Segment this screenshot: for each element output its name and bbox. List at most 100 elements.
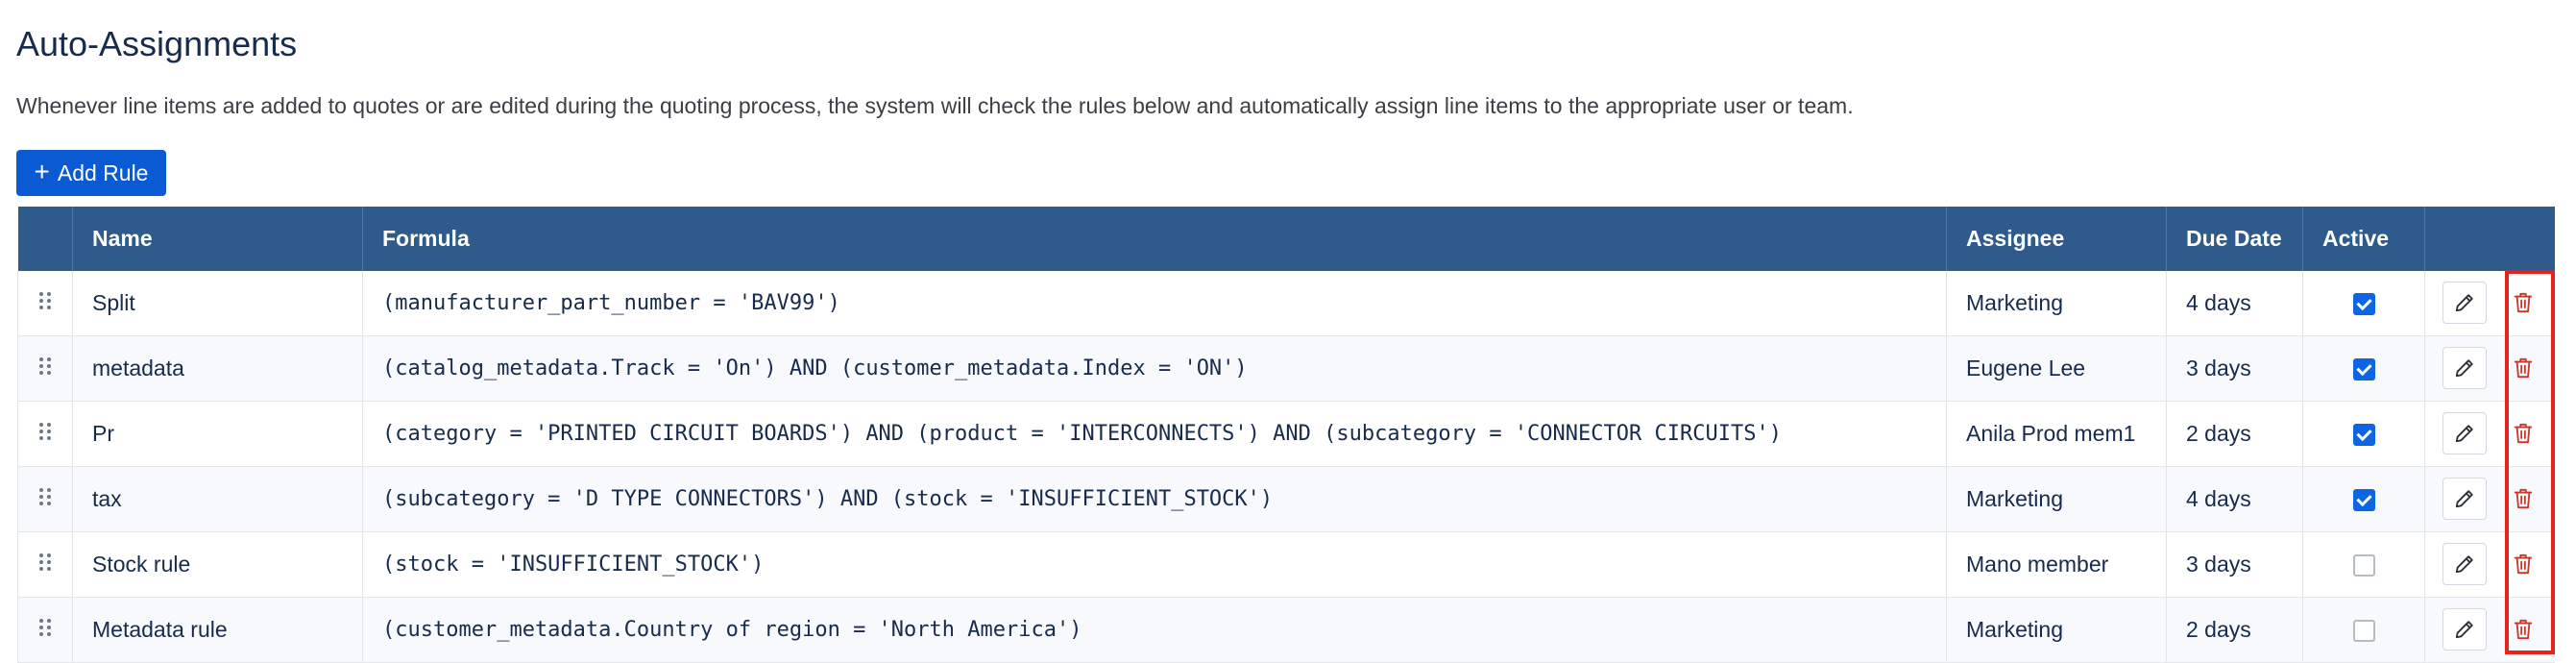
- header-assignee: Assignee: [1946, 207, 2167, 271]
- pencil-icon: [2455, 621, 2473, 639]
- header-actions: [2424, 207, 2555, 271]
- row-drag-handle[interactable]: [17, 271, 73, 336]
- row-actions: [2424, 597, 2555, 663]
- rule-assignee: Mano member: [1946, 531, 2167, 598]
- active-checkbox[interactable]: [2352, 358, 2375, 381]
- rule-due-date: 4 days: [2166, 466, 2303, 532]
- table-row: tax (subcategory = 'D TYPE CONNECTORS') …: [17, 466, 2555, 532]
- table-row: Pr (category = 'PRINTED CIRCUIT BOARDS')…: [17, 401, 2555, 467]
- row-drag-handle[interactable]: [17, 597, 73, 663]
- trash-icon: [2514, 488, 2533, 509]
- delete-rule-button[interactable]: [2506, 350, 2540, 386]
- trash-icon: [2514, 619, 2533, 640]
- rule-due-date: 2 days: [2166, 597, 2303, 663]
- rule-assignee: Marketing: [1946, 271, 2167, 336]
- edit-rule-button[interactable]: [2442, 478, 2487, 520]
- table-row: metadata (catalog_metadata.Track = 'On')…: [17, 335, 2555, 402]
- drag-handle-icon: [39, 423, 51, 440]
- rule-assignee: Marketing: [1946, 466, 2167, 532]
- active-checkbox[interactable]: [2352, 293, 2375, 316]
- trash-icon: [2514, 357, 2533, 379]
- rule-name: Pr: [72, 401, 363, 467]
- header-handle: [17, 207, 73, 271]
- pencil-icon: [2455, 425, 2473, 443]
- row-actions: [2424, 401, 2555, 467]
- rule-assignee: Marketing: [1946, 597, 2167, 663]
- page-title: Auto-Assignments: [16, 24, 298, 63]
- table-row: Stock rule (stock = 'INSUFFICIENT_STOCK'…: [17, 531, 2555, 598]
- rule-active-cell: [2302, 466, 2425, 532]
- trash-icon: [2514, 553, 2533, 575]
- row-actions: [2424, 466, 2555, 532]
- header-active: Active: [2302, 207, 2425, 271]
- edit-rule-button[interactable]: [2442, 347, 2487, 389]
- page-description: Whenever line items are added to quotes …: [16, 93, 1854, 118]
- table-row: Split (manufacturer_part_number = 'BAV99…: [17, 271, 2555, 336]
- pencil-icon: [2455, 555, 2473, 574]
- active-checkbox[interactable]: [2352, 620, 2375, 643]
- header-due-date: Due Date: [2166, 207, 2303, 271]
- delete-rule-button[interactable]: [2506, 546, 2540, 582]
- rule-formula: (stock = 'INSUFFICIENT_STOCK'): [362, 531, 1947, 598]
- drag-handle-icon: [39, 619, 51, 636]
- add-rule-button[interactable]: + Add Rule: [16, 150, 166, 196]
- header-name: Name: [72, 207, 363, 271]
- row-drag-handle[interactable]: [17, 401, 73, 467]
- pencil-icon: [2455, 359, 2473, 378]
- table-header-row: Name Formula Assignee Due Date Active: [17, 207, 2555, 271]
- edit-rule-button[interactable]: [2442, 282, 2487, 324]
- rule-assignee: Eugene Lee: [1946, 335, 2167, 402]
- header-formula: Formula: [362, 207, 1947, 271]
- trash-icon: [2514, 292, 2533, 313]
- edit-rule-button[interactable]: [2442, 608, 2487, 651]
- row-actions: [2424, 271, 2555, 336]
- edit-rule-button[interactable]: [2442, 543, 2487, 585]
- rules-table: Name Formula Assignee Due Date Active Sp…: [17, 207, 2555, 663]
- rule-name: Metadata rule: [72, 597, 363, 663]
- rule-due-date: 3 days: [2166, 335, 2303, 402]
- rule-due-date: 3 days: [2166, 531, 2303, 598]
- edit-rule-button[interactable]: [2442, 412, 2487, 454]
- rule-active-cell: [2302, 335, 2425, 402]
- rule-assignee: Anila Prod mem1: [1946, 401, 2167, 467]
- drag-handle-icon: [39, 488, 51, 505]
- rule-due-date: 4 days: [2166, 271, 2303, 336]
- rule-formula: (manufacturer_part_number = 'BAV99'): [362, 271, 1947, 336]
- row-drag-handle[interactable]: [17, 531, 73, 598]
- rules-table-body: Split (manufacturer_part_number = 'BAV99…: [17, 271, 2555, 663]
- row-actions: [2424, 335, 2555, 402]
- delete-rule-button[interactable]: [2506, 480, 2540, 517]
- rule-name: Stock rule: [72, 531, 363, 598]
- row-drag-handle[interactable]: [17, 466, 73, 532]
- rule-active-cell: [2302, 401, 2425, 467]
- row-drag-handle[interactable]: [17, 335, 73, 402]
- rule-name: tax: [72, 466, 363, 532]
- rule-name: metadata: [72, 335, 363, 402]
- rule-due-date: 2 days: [2166, 401, 2303, 467]
- add-rule-label: Add Rule: [57, 160, 149, 185]
- rule-formula: (category = 'PRINTED CIRCUIT BOARDS') AN…: [362, 401, 1947, 467]
- rule-formula: (catalog_metadata.Track = 'On') AND (cus…: [362, 335, 1947, 402]
- delete-rule-button[interactable]: [2506, 415, 2540, 452]
- active-checkbox[interactable]: [2352, 424, 2375, 447]
- trash-icon: [2514, 423, 2533, 444]
- rule-active-cell: [2302, 531, 2425, 598]
- delete-rule-button[interactable]: [2506, 284, 2540, 321]
- pencil-icon: [2455, 294, 2473, 312]
- rule-name: Split: [72, 271, 363, 336]
- rule-active-cell: [2302, 271, 2425, 336]
- drag-handle-icon: [39, 553, 51, 571]
- rule-formula: (customer_metadata.Country of region = '…: [362, 597, 1947, 663]
- drag-handle-icon: [39, 357, 51, 375]
- plus-icon: +: [34, 156, 50, 186]
- table-row: Metadata rule (customer_metadata.Country…: [17, 597, 2555, 663]
- auto-assignments-page: Auto-Assignments Whenever line items are…: [0, 0, 2576, 663]
- rule-active-cell: [2302, 597, 2425, 663]
- pencil-icon: [2455, 490, 2473, 508]
- drag-handle-icon: [39, 292, 51, 309]
- active-checkbox[interactable]: [2352, 554, 2375, 577]
- rule-formula: (subcategory = 'D TYPE CONNECTORS') AND …: [362, 466, 1947, 532]
- delete-rule-button[interactable]: [2506, 611, 2540, 648]
- active-checkbox[interactable]: [2352, 489, 2375, 512]
- row-actions: [2424, 531, 2555, 598]
